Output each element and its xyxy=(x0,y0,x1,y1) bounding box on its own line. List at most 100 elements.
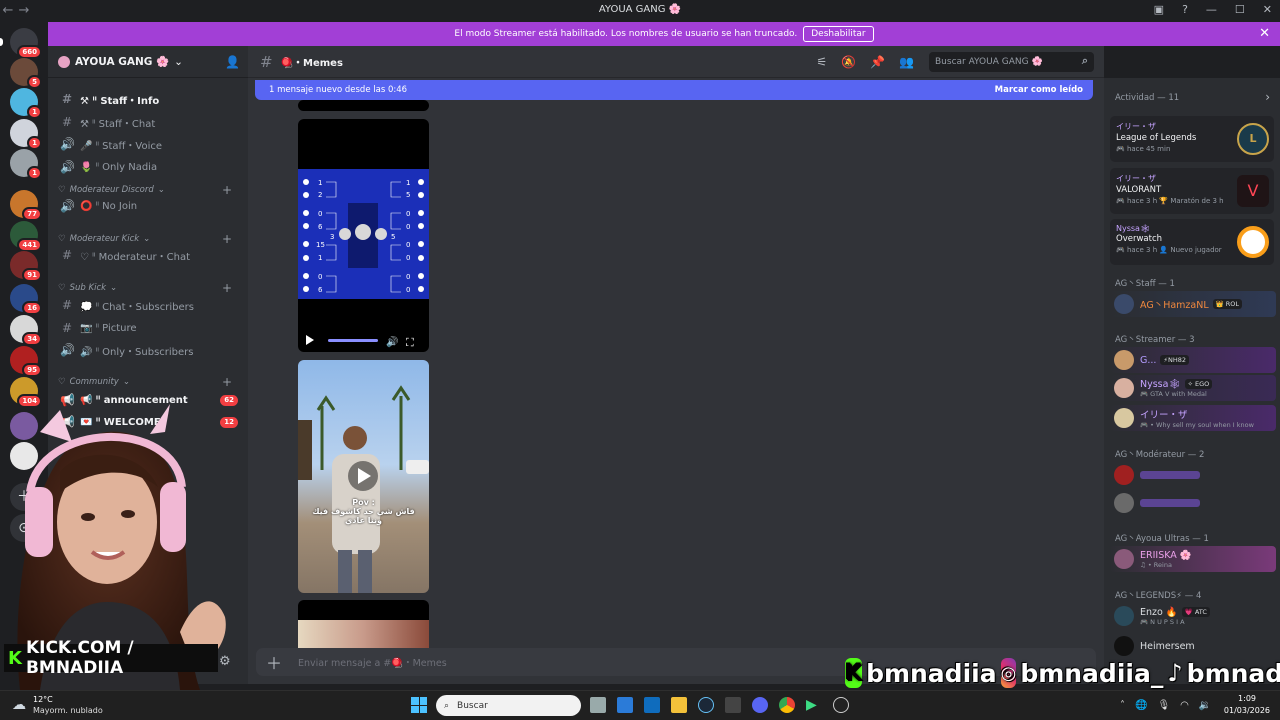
server-icon[interactable]: 34 xyxy=(10,315,42,346)
chevron-right-icon[interactable]: › xyxy=(1265,90,1270,104)
channel-category[interactable]: ♡ Moderateur Discord ⌄ + xyxy=(58,183,238,197)
close-window-button[interactable]: ✕ xyxy=(1263,3,1272,16)
server-icon[interactable]: 1 xyxy=(10,149,42,180)
category-heart-icon: ♡ xyxy=(58,185,66,195)
instagram-handle: bmnadiia_ xyxy=(1020,658,1164,688)
volume-icon[interactable]: 🔉 xyxy=(1199,700,1211,711)
hash-icon: # xyxy=(61,298,73,312)
maximize-button[interactable]: ☐ xyxy=(1235,3,1245,16)
category-label: Moderateur Kick xyxy=(69,234,140,244)
server-icon[interactable]: 16 xyxy=(10,284,42,315)
member-item[interactable]: Nyssa🕸 ✧ EGO 🎮 GTA V with Medal xyxy=(1110,375,1276,401)
task-view-icon[interactable] xyxy=(590,697,606,713)
tray-chevron-icon[interactable]: ˄ xyxy=(1120,700,1125,711)
start-icon[interactable] xyxy=(411,697,427,713)
video-attachment-1[interactable]: 1 2 0 6 15 1 0 6 15000000 35 🔊 ⛶ xyxy=(298,119,429,352)
activity-title: Actividad — 11 xyxy=(1115,93,1180,103)
media-player-icon[interactable]: ▶ xyxy=(806,697,822,713)
server-icon[interactable]: 1 xyxy=(10,88,42,119)
add-channel-icon[interactable]: + xyxy=(222,183,232,197)
outlook-icon[interactable] xyxy=(644,697,660,713)
add-channel-icon[interactable]: + xyxy=(222,281,232,295)
add-channel-icon[interactable]: + xyxy=(222,375,232,389)
member-item[interactable] xyxy=(1110,462,1276,488)
pin-icon[interactable]: 📌 xyxy=(870,55,885,69)
channel-item[interactable]: # ⚒ ˡˡ Staff・Info xyxy=(56,89,240,109)
server-header[interactable]: AYOUA GANG 🌸 ⌄ 👤 xyxy=(48,46,248,78)
minimize-button[interactable]: — xyxy=(1206,3,1217,16)
svg-text:6: 6 xyxy=(318,286,323,294)
clock-time[interactable]: 1:09 xyxy=(1238,694,1256,703)
caption-line-1: Pov : xyxy=(352,498,375,507)
channel-header: # 🪀・Memes ⚟ 🔕 📌 👥 Buscar AYOUA GANG 🌸 ⌕ xyxy=(248,46,1104,78)
photos-icon[interactable] xyxy=(725,697,741,713)
steam-icon[interactable] xyxy=(698,697,714,713)
chrome-icon[interactable] xyxy=(779,697,795,713)
server-icon[interactable]: 5 xyxy=(10,58,42,89)
activity-card[interactable]: イリー・ザ VALORANT 🎮 hace 3 h 🏆 Maratón de 3 h… xyxy=(1110,168,1274,214)
channel-category[interactable]: ♡ Community ⌄ + xyxy=(58,375,238,389)
server-icon[interactable]: 1 xyxy=(10,119,42,150)
server-icon[interactable]: 660 xyxy=(10,28,42,59)
discord-icon[interactable] xyxy=(752,697,768,713)
new-messages-bar[interactable]: 1 mensaje nuevo desde las 0:46 Marcar co… xyxy=(255,80,1093,100)
member-item[interactable]: イリー・ザ 🎮 • Why sell my soul when I know xyxy=(1110,405,1276,431)
server-icon[interactable]: 441 xyxy=(10,221,42,252)
close-banner-icon[interactable]: ✕ xyxy=(1259,26,1270,41)
mute-bell-icon[interactable]: 🔕 xyxy=(841,55,856,69)
server-badge: 660 xyxy=(17,45,42,59)
server-icon[interactable]: 91 xyxy=(10,251,42,282)
channel-item[interactable]: 🔊 ⭕ ˡˡ No Join xyxy=(56,196,240,216)
channel-item[interactable]: # 📷 ˡˡ Picture xyxy=(56,318,240,338)
channel-item[interactable]: # ♡ ˡˡ Moderateur・Chat xyxy=(56,245,240,265)
channel-label: ⚒ ˡˡ Staff・Info xyxy=(80,95,160,107)
video-attachment-2[interactable]: Pov : فاش شي حد كاشوف فيك وننا عادي xyxy=(298,360,429,593)
new-messages-text: 1 mensaje nuevo desde las 0:46 xyxy=(269,85,408,95)
channel-item[interactable]: 🔊 🎤 ˡˡ Staff・Voice xyxy=(56,134,240,154)
network-icon[interactable]: 🌐 xyxy=(1135,700,1147,711)
channel-item[interactable]: 🔊 🔊 ˡˡ Only・Subscribers xyxy=(56,340,240,360)
member-item[interactable]: AG丶HamzaNL 👑 ROL xyxy=(1110,291,1276,317)
channel-item[interactable]: 🔊 🌷 ˡˡ Only Nadia xyxy=(56,157,240,177)
settings-gear-icon[interactable]: ⚙ xyxy=(219,654,231,669)
member-item[interactable]: ERIISKA 🌸 ♫ • Reina xyxy=(1110,546,1276,572)
channel-category[interactable]: ♡ Moderateur Kick ⌄ + xyxy=(58,232,238,246)
inbox-icon[interactable]: ▣ xyxy=(1154,3,1164,16)
activity-card[interactable]: イリー・ザ League of Legends 🎮 hace 45 min L xyxy=(1110,116,1274,162)
search-input[interactable]: Buscar AYOUA GANG 🌸 ⌕ xyxy=(929,52,1094,72)
activity-card[interactable]: Nyssa🕸 Overwatch 🎮 hace 3 h 👤 Nuevo jugado… xyxy=(1110,219,1274,265)
weather-temp[interactable]: 12°C xyxy=(33,695,53,704)
clock-date[interactable]: 01/03/2026 xyxy=(1224,706,1270,715)
server-icon[interactable]: 77 xyxy=(10,190,42,221)
member-item[interactable]: Enzo 🔥 💗 ATC 🎮 N U P S I A xyxy=(1110,603,1276,629)
member-list-icon[interactable]: 👥 xyxy=(899,55,914,69)
server-icon[interactable]: 104 xyxy=(10,377,42,408)
server-badge: 1 xyxy=(27,105,42,119)
channel-category[interactable]: ♡ Sub Kick ⌄ + xyxy=(58,281,238,295)
help-icon[interactable]: ? xyxy=(1182,3,1188,16)
obs-icon[interactable] xyxy=(833,697,849,713)
file-explorer-icon[interactable] xyxy=(671,697,687,713)
member-item[interactable] xyxy=(1110,490,1276,516)
server-icon[interactable]: 95 xyxy=(10,346,42,377)
taskbar-search[interactable]: ⌕ Buscar xyxy=(436,695,581,716)
wifi-icon[interactable]: ◠ xyxy=(1180,700,1189,711)
svg-text:0: 0 xyxy=(406,241,410,249)
banner-text: El modo Streamer está habilitado. Los no… xyxy=(454,29,798,39)
add-channel-icon[interactable]: + xyxy=(222,232,232,246)
mic-icon[interactable]: 🎙 xyxy=(1157,700,1170,711)
search-placeholder: Buscar AYOUA GANG 🌸 xyxy=(935,57,1043,67)
add-member-icon[interactable]: 👤 xyxy=(225,55,240,69)
game-logo-icon xyxy=(1237,226,1269,258)
channel-item[interactable]: # 💭 ˡˡ Chat・Subscribers xyxy=(56,295,240,315)
member-tag: 💗 ATC xyxy=(1181,607,1210,617)
threads-icon[interactable]: ⚟ xyxy=(816,55,827,69)
channel-item[interactable]: # ⚒ ˡˡ Staff・Chat xyxy=(56,112,240,132)
media-attachment-top[interactable] xyxy=(298,100,429,111)
member-name: Enzo 🔥 xyxy=(1140,606,1178,618)
mark-as-read-button[interactable]: Marcar como leído xyxy=(995,85,1083,95)
disable-streamer-button[interactable]: Deshabilitar xyxy=(803,26,874,42)
svg-text:3: 3 xyxy=(330,233,334,241)
member-item[interactable]: G... ⚡NH82 xyxy=(1110,347,1276,373)
store-icon[interactable] xyxy=(617,697,633,713)
